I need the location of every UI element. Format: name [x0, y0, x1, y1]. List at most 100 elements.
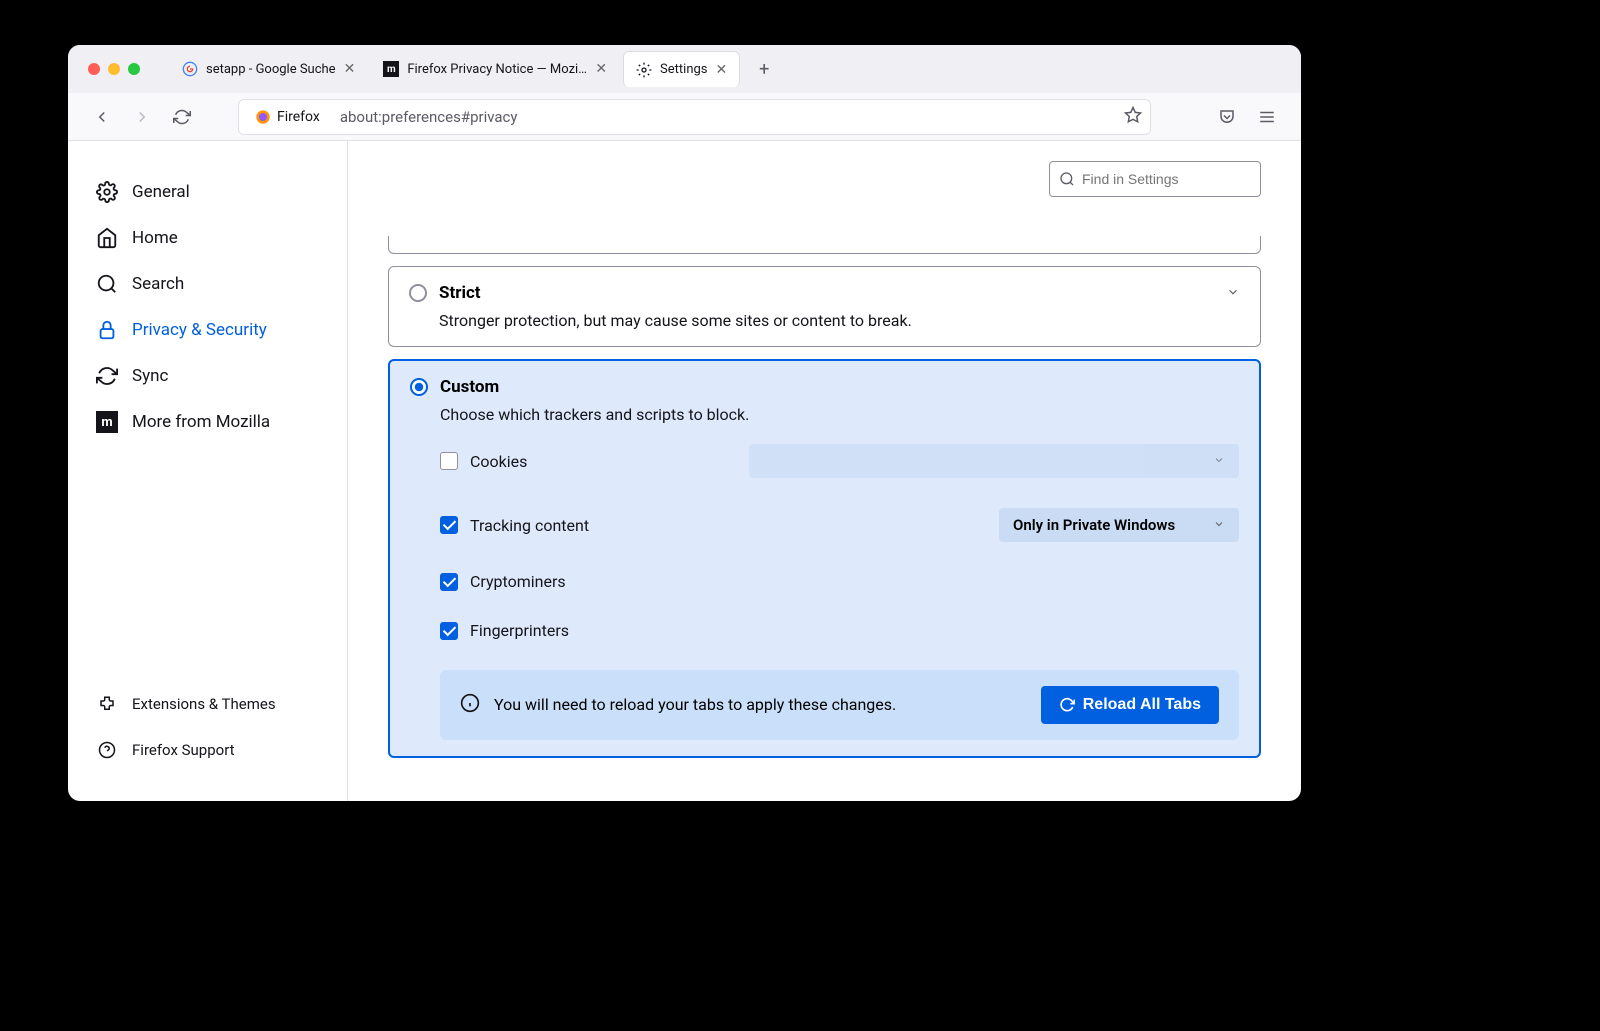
settings-sidebar: General Home Search Privacy & Security S…: [68, 141, 348, 801]
close-tab-icon[interactable]: ✕: [344, 61, 356, 77]
sidebar-item-label: More from Mozilla: [132, 412, 270, 432]
help-icon: [96, 739, 118, 761]
gear-icon: [96, 181, 118, 203]
sidebar-item-label: Extensions & Themes: [132, 695, 276, 713]
firefox-brand-badge: Firefox: [247, 105, 328, 129]
sidebar-item-label: Privacy & Security: [132, 320, 267, 340]
mozilla-favicon: m: [383, 61, 399, 77]
panel-custom: Custom Choose which trackers and scripts…: [388, 359, 1261, 758]
sidebar-item-label: General: [132, 182, 190, 202]
sidebar-item-label: Search: [132, 274, 184, 294]
checkbox-tracking[interactable]: [440, 516, 458, 534]
reload-button-label: Reload All Tabs: [1083, 696, 1201, 714]
sync-icon: [96, 365, 118, 387]
tab-0[interactable]: setapp - Google Suche ✕: [170, 51, 367, 87]
option-label: Cryptominers: [470, 572, 566, 591]
panel-strict[interactable]: Strict Stronger protection, but may caus…: [388, 266, 1261, 347]
radio-strict[interactable]: [409, 284, 427, 302]
close-tab-icon[interactable]: ✕: [716, 62, 728, 78]
sidebar-item-search[interactable]: Search: [80, 263, 335, 305]
app-menu-button[interactable]: [1253, 103, 1281, 131]
reload-message: You will need to reload your tabs to app…: [494, 693, 1027, 717]
pocket-icon[interactable]: [1213, 103, 1241, 131]
puzzle-icon: [96, 693, 118, 715]
close-window-button[interactable]: [88, 63, 100, 75]
sidebar-item-more-mozilla[interactable]: m More from Mozilla: [80, 401, 335, 443]
maximize-window-button[interactable]: [128, 63, 140, 75]
chevron-down-icon: [1213, 452, 1225, 470]
reload-all-tabs-button[interactable]: Reload All Tabs: [1041, 686, 1219, 724]
sidebar-item-home[interactable]: Home: [80, 217, 335, 259]
browser-window: setapp - Google Suche ✕ m Firefox Privac…: [68, 45, 1301, 801]
checkbox-cookies[interactable]: [440, 452, 458, 470]
minimize-window-button[interactable]: [108, 63, 120, 75]
window-controls: [88, 63, 140, 75]
checkbox-fingerprinters[interactable]: [440, 622, 458, 640]
tab-title: Firefox Privacy Notice — Mozilla: [407, 62, 587, 77]
tab-2-active[interactable]: Settings ✕: [623, 51, 740, 87]
tab-1[interactable]: m Firefox Privacy Notice — Mozilla ✕: [371, 51, 619, 87]
close-tab-icon[interactable]: ✕: [595, 61, 607, 77]
url-bar[interactable]: Firefox about:preferences#privacy: [238, 99, 1151, 135]
url-text: about:preferences#privacy: [340, 108, 518, 126]
chevron-down-icon: [1213, 516, 1225, 534]
panel-title: Custom: [440, 377, 499, 397]
new-tab-button[interactable]: +: [750, 55, 778, 83]
mozilla-icon: m: [96, 411, 118, 433]
forward-button[interactable]: [128, 103, 156, 131]
chevron-down-icon[interactable]: [1226, 284, 1240, 303]
titlebar: setapp - Google Suche ✕ m Firefox Privac…: [68, 45, 1301, 93]
option-cookies: Cookies: [440, 444, 1239, 478]
panel-header: Custom: [410, 377, 1239, 397]
radio-custom-selected[interactable]: [410, 378, 428, 396]
sidebar-item-general[interactable]: General: [80, 171, 335, 213]
reload-button[interactable]: [168, 103, 196, 131]
search-settings-input[interactable]: [1049, 161, 1261, 197]
tracking-select[interactable]: Only in Private Windows: [999, 508, 1239, 542]
protection-panels: Strict Stronger protection, but may caus…: [388, 236, 1261, 758]
panel-description: Stronger protection, but may cause some …: [439, 311, 1240, 330]
settings-main: Strict Stronger protection, but may caus…: [348, 141, 1301, 801]
back-button[interactable]: [88, 103, 116, 131]
bookmark-star-icon[interactable]: [1124, 106, 1142, 128]
option-tracking: Tracking content Only in Private Windows: [440, 508, 1239, 542]
reload-notice: You will need to reload your tabs to app…: [440, 670, 1239, 740]
panel-header: Strict: [409, 283, 1240, 303]
toolbar: Firefox about:preferences#privacy: [68, 93, 1301, 141]
google-favicon: [182, 61, 198, 77]
select-value: Only in Private Windows: [1013, 516, 1175, 534]
custom-options: Cookies Tracking content Only in Private…: [440, 444, 1239, 640]
option-label: Fingerprinters: [470, 621, 569, 640]
search-icon: [96, 273, 118, 295]
sidebar-item-label: Sync: [132, 366, 168, 386]
home-icon: [96, 227, 118, 249]
panel-description: Choose which trackers and scripts to blo…: [440, 405, 1239, 424]
content-area: General Home Search Privacy & Security S…: [68, 141, 1301, 801]
option-cryptominers: Cryptominers: [440, 572, 1239, 591]
firefox-brand-label: Firefox: [277, 109, 320, 125]
search-icon: [1059, 171, 1075, 191]
sidebar-item-label: Firefox Support: [132, 741, 235, 759]
sidebar-item-label: Home: [132, 228, 178, 248]
lock-icon: [96, 319, 118, 341]
firefox-icon: [255, 109, 271, 125]
sidebar-bottom: Extensions & Themes Firefox Support: [68, 683, 347, 771]
option-label: Cookies: [470, 452, 527, 471]
sidebar-item-sync[interactable]: Sync: [80, 355, 335, 397]
option-fingerprinters: Fingerprinters: [440, 621, 1239, 640]
panel-standard-partial[interactable]: [388, 236, 1261, 254]
tab-strip: setapp - Google Suche ✕ m Firefox Privac…: [170, 51, 1301, 87]
sidebar-item-support[interactable]: Firefox Support: [80, 729, 335, 771]
panel-title: Strict: [439, 283, 481, 303]
tab-title: setapp - Google Suche: [206, 62, 336, 77]
checkbox-cryptominers[interactable]: [440, 573, 458, 591]
sidebar-nav: General Home Search Privacy & Security S…: [68, 171, 347, 443]
search-settings-box: [1049, 161, 1261, 197]
sidebar-item-extensions[interactable]: Extensions & Themes: [80, 683, 335, 725]
cookies-select[interactable]: [749, 444, 1239, 478]
reload-icon: [1059, 697, 1075, 713]
settings-favicon: [636, 62, 652, 78]
info-icon: [460, 693, 480, 717]
sidebar-item-privacy[interactable]: Privacy & Security: [80, 309, 335, 351]
tab-title: Settings: [660, 62, 707, 77]
